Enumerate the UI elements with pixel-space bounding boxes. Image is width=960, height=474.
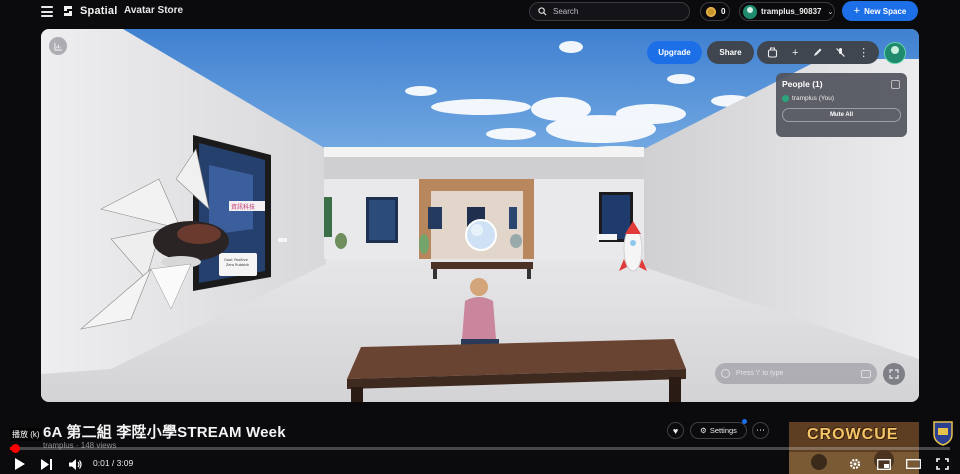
spatial-logo-icon bbox=[64, 6, 72, 16]
coin-count: 0 bbox=[721, 7, 726, 16]
mic-off-icon[interactable] bbox=[834, 46, 848, 60]
play-button[interactable] bbox=[12, 457, 26, 471]
svg-text:Zero Rubbish: Zero Rubbish bbox=[226, 263, 249, 267]
search-box[interactable] bbox=[529, 2, 690, 21]
objects-icon[interactable] bbox=[765, 46, 779, 60]
emoji-icon[interactable] bbox=[721, 369, 730, 378]
pen-icon[interactable] bbox=[811, 46, 825, 60]
theater-mode-button[interactable] bbox=[905, 457, 921, 471]
member-name: tramplus (You) bbox=[792, 95, 835, 102]
list-item[interactable]: tramplus (You) bbox=[782, 95, 901, 102]
fullscreen-icon bbox=[935, 458, 949, 470]
volume-button[interactable] bbox=[68, 457, 84, 471]
like-button[interactable]: ♥ bbox=[667, 422, 684, 439]
panel-expand-icon[interactable] bbox=[891, 80, 900, 89]
avatar bbox=[782, 95, 789, 102]
heart-icon: ♥ bbox=[672, 425, 679, 436]
expand-view-button[interactable] bbox=[883, 363, 905, 385]
video-title[interactable]: 6A 第二組 李陞小學STREAM Week bbox=[43, 421, 286, 442]
coin-balance[interactable]: 0 bbox=[700, 2, 730, 21]
volume-icon bbox=[69, 458, 82, 470]
username: tramplus_90837 bbox=[761, 7, 822, 16]
people-panel: People (1) tramplus (You) Mute All bbox=[776, 73, 907, 137]
progress-bar[interactable] bbox=[10, 444, 950, 453]
thumbnail-title: CROWCUE bbox=[807, 426, 899, 443]
brand-logo[interactable]: Spatial bbox=[61, 4, 117, 18]
coin-icon bbox=[706, 6, 716, 17]
chevron-down-icon: ⌄ bbox=[827, 8, 834, 16]
upgrade-button[interactable]: Upgrade bbox=[647, 41, 702, 64]
mute-all-button[interactable]: Mute All bbox=[782, 108, 901, 122]
share-button[interactable]: Share bbox=[707, 41, 754, 64]
space-viewport[interactable]: 資訊科技 Goal: Positive Zero Rubbish Upgrade… bbox=[41, 29, 919, 402]
next-icon bbox=[41, 458, 52, 470]
chat-bubble-icon[interactable] bbox=[861, 369, 871, 378]
chat-input[interactable] bbox=[735, 370, 856, 377]
account-menu[interactable]: tramplus_90837 ⌄ bbox=[739, 2, 835, 21]
gear-icon bbox=[849, 458, 861, 470]
notification-dot bbox=[742, 419, 747, 424]
map-toggle[interactable] bbox=[49, 37, 67, 55]
new-space-label: New Space bbox=[864, 6, 907, 16]
people-title: People (1) bbox=[782, 79, 823, 89]
scrubber-handle[interactable] bbox=[10, 444, 20, 453]
space-toolbar: + ⋮ bbox=[757, 41, 879, 64]
fullscreen-button[interactable] bbox=[934, 457, 950, 471]
brand-name: Spatial bbox=[80, 5, 118, 17]
more-icon: ⋯ bbox=[756, 425, 765, 435]
settings-button[interactable]: ⚙ Settings bbox=[690, 422, 747, 439]
settings-control[interactable] bbox=[848, 457, 862, 471]
play-tooltip: 播放 (k) bbox=[10, 428, 42, 441]
expand-icon bbox=[889, 369, 899, 379]
school-crest-icon bbox=[933, 421, 953, 446]
play-icon bbox=[14, 458, 25, 470]
more-options-button[interactable]: ⋯ bbox=[752, 422, 769, 439]
search-icon bbox=[538, 7, 547, 16]
next-button[interactable] bbox=[40, 457, 54, 471]
top-bar: Spatial Avatar Store 0 tramplus_90837 ⌄ … bbox=[0, 0, 960, 24]
nav-avatar-store[interactable]: Avatar Store bbox=[124, 5, 183, 16]
add-icon[interactable]: + bbox=[788, 46, 802, 60]
menu-icon[interactable] bbox=[41, 6, 53, 17]
theater-icon bbox=[905, 459, 921, 469]
miniplayer-icon bbox=[877, 458, 891, 470]
chart-icon bbox=[53, 42, 62, 51]
player-controls: 0:01 / 3:09 bbox=[0, 454, 960, 474]
new-space-button[interactable]: + New Space bbox=[842, 1, 918, 21]
svg-text:Goal: Positive: Goal: Positive bbox=[224, 258, 248, 262]
time-display: 0:01 / 3:09 bbox=[93, 458, 134, 468]
avatar bbox=[743, 4, 757, 19]
miniplayer-button[interactable] bbox=[876, 457, 892, 471]
poster-label-1: 資訊科技 bbox=[231, 203, 255, 211]
more-icon[interactable]: ⋮ bbox=[857, 46, 871, 60]
gear-icon: ⚙ bbox=[700, 426, 707, 435]
chat-box[interactable] bbox=[715, 363, 877, 384]
plus-icon: + bbox=[853, 4, 861, 17]
settings-label: Settings bbox=[709, 426, 737, 435]
search-input[interactable] bbox=[553, 7, 683, 16]
self-avatar[interactable] bbox=[884, 42, 906, 64]
